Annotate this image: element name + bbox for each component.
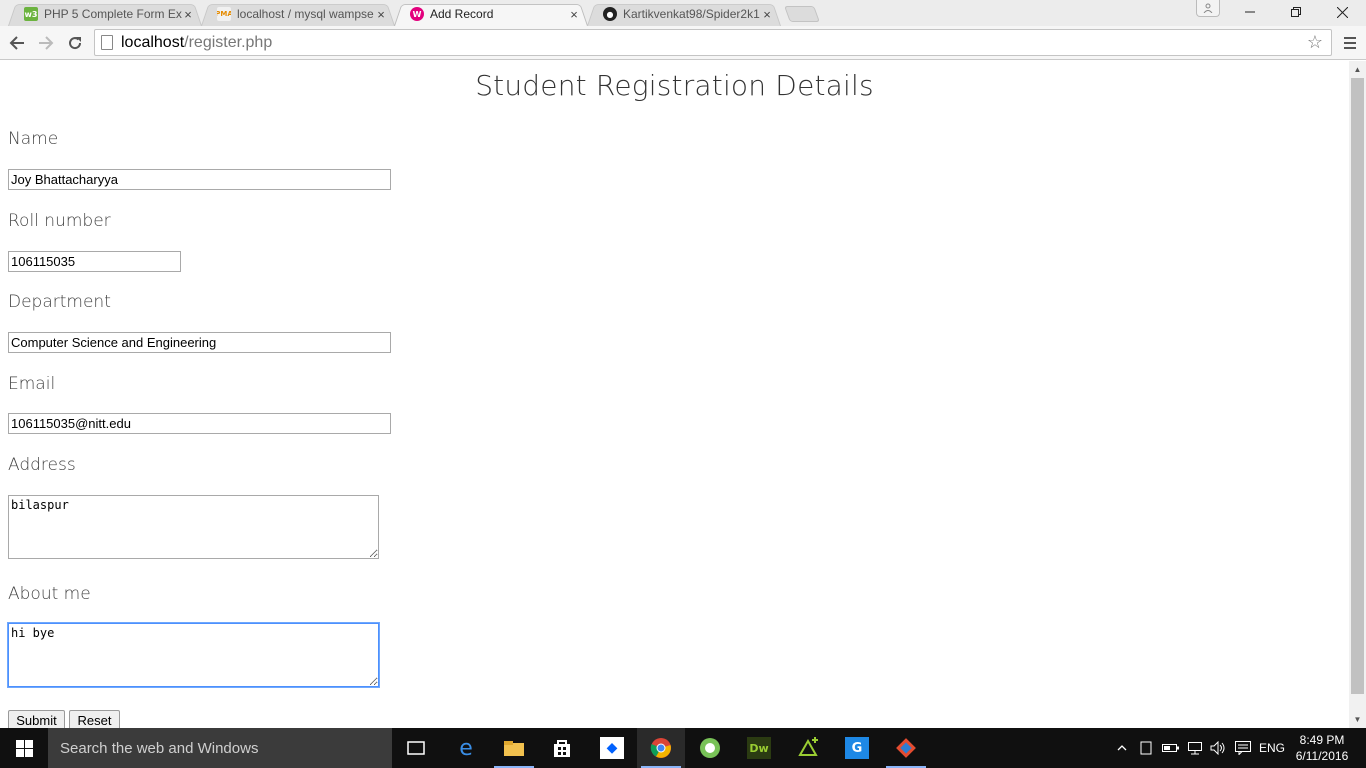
foxit-pdf-icon[interactable]: G <box>833 728 881 768</box>
tab-title: localhost / mysql wampse <box>237 7 374 21</box>
scroll-up-icon[interactable]: ▲ <box>1349 61 1366 78</box>
taskbar-search[interactable]: Search the web and Windows <box>48 728 392 768</box>
page-icon <box>101 35 113 50</box>
close-window-button[interactable] <box>1319 0 1365 24</box>
department-label: Department <box>8 292 111 312</box>
close-icon[interactable]: × <box>182 7 194 22</box>
taskbar-clock[interactable]: 8:49 PM 6/11/2016 <box>1290 732 1354 764</box>
volume-icon[interactable] <box>1208 728 1228 768</box>
network-icon[interactable] <box>1184 728 1206 768</box>
address-label: Address <box>8 455 76 475</box>
clock-date: 6/11/2016 <box>1295 749 1349 763</box>
roll-number-label: Roll number <box>8 211 111 231</box>
name-label: Name <box>8 129 59 149</box>
page-viewport: Student Registration Details Name Roll n… <box>0 61 1349 728</box>
task-view-icon[interactable] <box>392 728 440 768</box>
tab-title: Add Record <box>430 7 494 21</box>
reload-button[interactable] <box>63 31 87 55</box>
tab-phpmyadmin[interactable]: PMA localhost / mysql wampse × <box>201 2 395 26</box>
about-me-label: About me <box>8 584 91 604</box>
phpmyadmin-icon: PMA <box>217 7 231 21</box>
dropbox-icon[interactable]: ◆ <box>588 728 636 768</box>
show-hidden-icons[interactable] <box>1112 728 1132 768</box>
search-placeholder: Search the web and Windows <box>60 739 259 757</box>
url-path: /register.php <box>184 33 273 51</box>
address-textarea[interactable]: bilaspur <box>8 495 379 559</box>
dreamweaver-icon[interactable]: Dw <box>735 728 783 768</box>
nvidia-icon[interactable] <box>784 728 832 768</box>
submit-button[interactable]: Submit <box>8 710 65 728</box>
github-icon: ● <box>603 7 617 21</box>
about-me-textarea[interactable]: hi bye <box>8 623 379 687</box>
tab-add-record[interactable]: W Add Record × <box>394 2 588 26</box>
roll-number-input[interactable] <box>8 251 181 272</box>
clock-time: 8:49 PM <box>1299 733 1345 747</box>
chrome-menu-icon[interactable] <box>1340 32 1360 54</box>
language-indicator[interactable]: ENG <box>1256 728 1288 768</box>
android-studio-icon[interactable] <box>686 728 734 768</box>
bookmark-star-icon[interactable]: ☆ <box>1307 32 1323 53</box>
windows-logo-icon <box>15 739 33 757</box>
wamp-icon: W <box>410 7 424 21</box>
store-icon[interactable] <box>538 728 586 768</box>
email-label: Email <box>8 374 56 394</box>
url-host: localhost <box>121 33 185 51</box>
browser-tab-strip: w3 PHP 5 Complete Form Exa × PMA localho… <box>0 0 1366 26</box>
tab-title: Kartikvenkat98/Spider2k1 <box>623 7 760 21</box>
battery-icon[interactable] <box>1160 728 1182 768</box>
w3schools-icon: w3 <box>24 7 38 21</box>
new-tab-button[interactable] <box>784 6 820 22</box>
close-icon[interactable]: × <box>761 7 773 22</box>
back-button[interactable] <box>5 31 29 55</box>
chrome-icon[interactable] <box>637 728 685 768</box>
email-input[interactable] <box>8 413 391 434</box>
scroll-thumb[interactable] <box>1351 78 1364 694</box>
tab-title: PHP 5 Complete Form Exa <box>44 7 182 21</box>
forward-button[interactable] <box>34 31 58 55</box>
dropbox-tray-icon[interactable] <box>1136 728 1156 768</box>
tab-github[interactable]: ● Kartikvenkat98/Spider2k1 × <box>587 2 781 26</box>
action-center-icon[interactable] <box>1232 728 1254 768</box>
close-icon[interactable]: × <box>568 7 580 22</box>
page-scrollbar[interactable]: ▲ ▼ <box>1349 61 1366 728</box>
browser-toolbar: localhost/register.php ☆ <box>0 26 1366 60</box>
scroll-down-icon[interactable]: ▼ <box>1349 711 1366 728</box>
close-icon[interactable]: × <box>375 7 387 22</box>
minimize-button[interactable] <box>1227 0 1273 24</box>
file-explorer-icon[interactable] <box>490 728 538 768</box>
profile-icon[interactable] <box>1196 0 1220 17</box>
address-bar[interactable]: localhost/register.php ☆ <box>94 29 1332 56</box>
windows-taskbar: Search the web and Windows e ◆ Dw G ENG … <box>0 728 1366 768</box>
edge-icon[interactable]: e <box>442 728 490 768</box>
git-icon[interactable] <box>882 728 930 768</box>
window-controls <box>1227 0 1365 26</box>
page-title: Student Registration Details <box>475 69 874 102</box>
reset-button[interactable]: Reset <box>69 710 120 728</box>
name-input[interactable] <box>8 169 391 190</box>
restore-button[interactable] <box>1273 0 1319 24</box>
department-input[interactable] <box>8 332 391 353</box>
tab-php-form[interactable]: w3 PHP 5 Complete Form Exa × <box>8 2 202 26</box>
start-button[interactable] <box>0 728 48 768</box>
